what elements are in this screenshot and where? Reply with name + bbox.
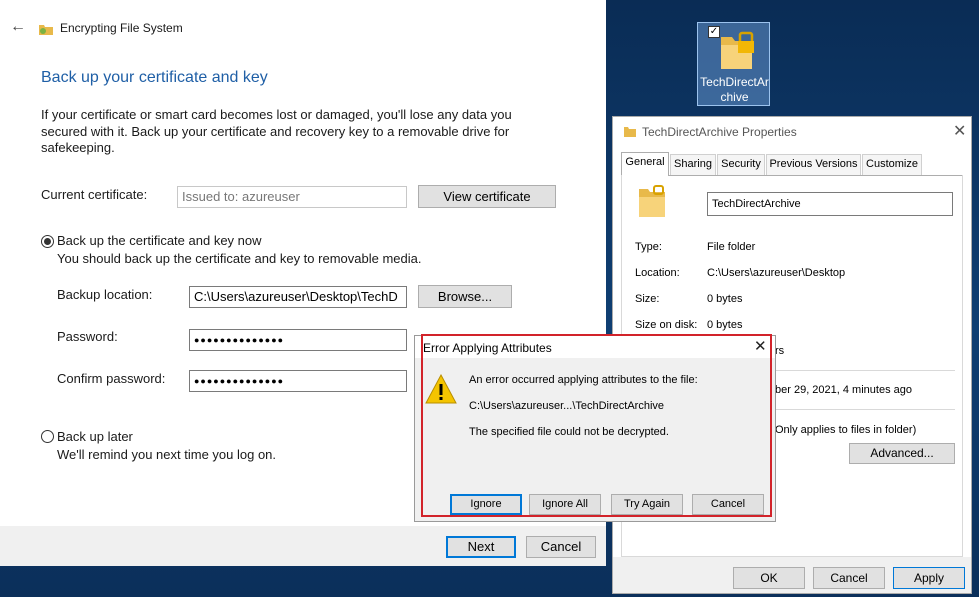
efs-button-bar: Next Cancel xyxy=(0,526,606,566)
properties-folder-icon xyxy=(624,127,636,137)
contains-value: rs xyxy=(775,345,785,357)
password-input[interactable]: ●●●●●●●●●●●●●● xyxy=(189,329,407,351)
back-arrow-icon[interactable]: ← xyxy=(10,18,26,36)
backup-location-label: Backup location: xyxy=(57,287,153,302)
desktop-icon-label-line1: TechDirectAr xyxy=(700,75,769,89)
ok-button[interactable]: OK xyxy=(733,567,805,589)
backup-now-description: You should back up the certificate and k… xyxy=(57,251,422,266)
folder-name-input[interactable]: TechDirectArchive xyxy=(707,192,953,216)
backup-later-description: We'll remind you next time you log on. xyxy=(57,447,277,462)
desktop-icon-techdirectarchive[interactable]: ✓ TechDirectAr chive xyxy=(697,22,770,106)
location-label: Location: xyxy=(635,267,680,279)
current-cert-field: Issued to: azureuser xyxy=(177,186,407,208)
properties-cancel-button[interactable]: Cancel xyxy=(813,567,885,589)
backup-later-label[interactable]: Back up later xyxy=(57,429,133,444)
efs-intro-text: If your certificate or smart card become… xyxy=(41,107,512,155)
backup-now-label[interactable]: Back up the certificate and key now xyxy=(57,233,262,248)
tab-general[interactable]: General xyxy=(621,152,669,176)
divider xyxy=(775,409,955,410)
type-value: File folder xyxy=(707,241,756,253)
efs-window-title: Encrypting File System xyxy=(60,21,183,35)
desktop-icon-label-line2: chive xyxy=(720,90,749,104)
tab-previous-versions[interactable]: Previous Versions xyxy=(766,154,861,175)
size-value: 0 bytes xyxy=(707,293,743,305)
desktop-icon-label: TechDirectAr chive xyxy=(698,75,771,105)
tab-sharing[interactable]: Sharing xyxy=(670,154,716,175)
backup-later-radio[interactable] xyxy=(41,430,54,443)
backup-location-input[interactable]: C:\Users\azureuser\Desktop\TechD xyxy=(189,286,407,308)
confirm-password-input[interactable]: ●●●●●●●●●●●●●● xyxy=(189,370,407,392)
created-value: ber 29, 2021, 4 minutes ago xyxy=(775,384,912,396)
view-certificate-button[interactable]: View certificate xyxy=(418,185,556,208)
size-on-disk-value: 0 bytes xyxy=(707,319,743,331)
advanced-button[interactable]: Advanced... xyxy=(849,443,955,464)
apply-button[interactable]: Apply xyxy=(893,567,965,589)
efs-heading: Back up your certificate and key xyxy=(41,69,268,86)
password-label: Password: xyxy=(57,329,118,344)
error-highlight-box xyxy=(421,334,772,517)
current-cert-label: Current certificate: xyxy=(41,187,148,202)
tab-security[interactable]: Security xyxy=(717,154,765,175)
location-value: C:\Users\azureuser\Desktop xyxy=(707,267,846,279)
efs-cancel-button[interactable]: Cancel xyxy=(526,536,596,558)
divider xyxy=(775,370,955,371)
backup-now-radio[interactable] xyxy=(41,235,54,248)
readonly-note: Only applies to files in folder) xyxy=(775,424,917,436)
locked-folder-icon xyxy=(721,31,754,69)
type-label: Type: xyxy=(635,241,662,253)
confirm-password-label: Confirm password: xyxy=(57,371,166,386)
close-icon[interactable]: ✕ xyxy=(953,121,966,141)
size-label: Size: xyxy=(635,293,660,305)
folder-large-icon xyxy=(639,185,665,217)
tab-customize[interactable]: Customize xyxy=(862,154,922,175)
browse-button[interactable]: Browse... xyxy=(418,285,512,308)
next-button[interactable]: Next xyxy=(446,536,516,558)
properties-title: TechDirectArchive Properties xyxy=(642,125,797,139)
efs-key-icon xyxy=(39,25,53,35)
size-on-disk-label: Size on disk: xyxy=(635,319,698,331)
